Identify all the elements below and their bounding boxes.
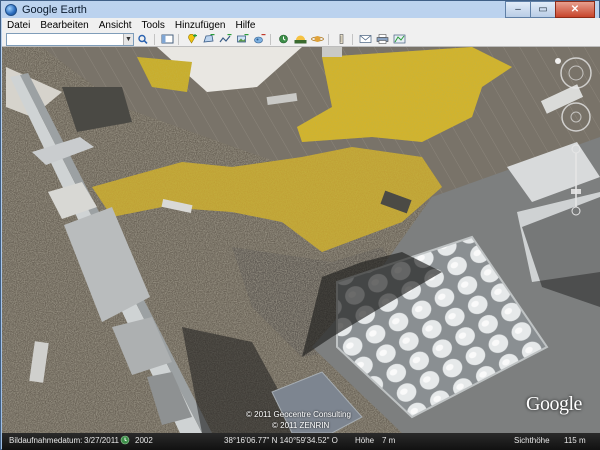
planets-icon — [311, 36, 324, 42]
menu-bearbeiten[interactable]: Bearbeiten — [35, 20, 93, 31]
status-bar: Bildaufnahmedatum: 3/27/2011 2002 38°16'… — [2, 433, 600, 450]
email-button[interactable] — [358, 33, 373, 45]
eye-altitude-label: Sichthöhe — [514, 436, 550, 445]
sunlight-button[interactable] — [293, 33, 308, 45]
navigation-controls — [548, 49, 598, 217]
google-earth-icon — [5, 3, 17, 16]
menu-hinzufuegen[interactable]: Hinzufügen — [170, 20, 231, 31]
imagery-year: 2002 — [135, 436, 153, 445]
maximize-button[interactable]: ▭ — [530, 1, 556, 18]
sidebar-icon — [161, 34, 174, 44]
toolbar-divider — [270, 33, 271, 45]
tour-button[interactable] — [252, 33, 267, 45]
toolbar: ▼ — [2, 32, 600, 47]
search-button[interactable] — [136, 33, 151, 45]
placemark-icon — [188, 34, 197, 44]
ruler-icon — [339, 34, 344, 44]
menu-bar: Datei Bearbeiten Ansicht Tools Hinzufüge… — [2, 18, 600, 33]
aerial-imagery — [2, 47, 600, 433]
toolbar-divider — [352, 33, 353, 45]
imagery-date-label: Bildaufnahmedatum: — [9, 436, 83, 445]
menu-tools[interactable]: Tools — [137, 20, 170, 31]
sidebar-button[interactable] — [160, 33, 175, 45]
historical-imagery-icon — [279, 34, 288, 44]
menu-ansicht[interactable]: Ansicht — [94, 20, 137, 31]
ruler-button[interactable] — [334, 33, 349, 45]
window-title: Google Earth — [22, 3, 87, 16]
polygon-icon — [203, 34, 215, 43]
eye-altitude-value: 115 m — [564, 436, 586, 445]
imagery-date: 3/27/2011 — [84, 436, 119, 445]
title-bar[interactable]: Google Earth – ▭ ✕ — [1, 1, 599, 18]
maps-button[interactable] — [392, 33, 407, 45]
path-button[interactable] — [218, 33, 233, 45]
planets-button[interactable] — [310, 33, 325, 45]
print-icon — [376, 34, 389, 44]
search-icon — [138, 34, 148, 44]
minimize-button[interactable]: – — [505, 1, 531, 18]
menu-hilfe[interactable]: Hilfe — [230, 20, 260, 31]
chevron-down-icon[interactable]: ▼ — [123, 33, 133, 45]
toolbar-divider — [328, 33, 329, 45]
copyright-geocentre: © 2011 Geocentre Consulting — [246, 410, 351, 419]
elevation-label: Höhe — [355, 436, 375, 445]
maps-icon — [393, 34, 406, 44]
historical-imagery-button[interactable] — [276, 33, 291, 45]
tour-icon — [254, 34, 266, 44]
email-icon — [359, 35, 372, 43]
historical-clock-icon[interactable] — [120, 435, 130, 447]
toolbar-divider — [154, 33, 155, 45]
coordinates: 38°16'06.77" N 140°59'34.52" O — [224, 436, 338, 445]
look-joystick-icon[interactable] — [555, 57, 592, 89]
map-view[interactable]: © 2011 Geocentre Consulting © 2011 ZENRI… — [2, 47, 600, 433]
polygon-button[interactable] — [201, 33, 216, 45]
print-button[interactable] — [375, 33, 390, 45]
overlay-button[interactable] — [235, 33, 250, 45]
elevation-value: 7 m — [382, 436, 396, 445]
move-joystick-icon[interactable] — [561, 102, 591, 132]
app-window: Google Earth – ▭ ✕ Datei Bearbeiten Ansi… — [0, 0, 600, 450]
toolbar-divider — [178, 33, 179, 45]
copyright-zenrin: © 2011 ZENRIN — [272, 421, 330, 430]
zoom-slider[interactable] — [571, 144, 581, 216]
placemark-button[interactable] — [184, 33, 199, 45]
path-icon — [219, 34, 232, 43]
sunlight-icon — [294, 35, 307, 44]
search-box[interactable]: ▼ — [6, 32, 134, 46]
close-button[interactable]: ✕ — [555, 1, 595, 18]
overlay-icon — [237, 34, 249, 43]
search-input[interactable] — [7, 35, 121, 44]
menu-datei[interactable]: Datei — [2, 20, 35, 31]
google-logo: Google — [526, 393, 582, 415]
